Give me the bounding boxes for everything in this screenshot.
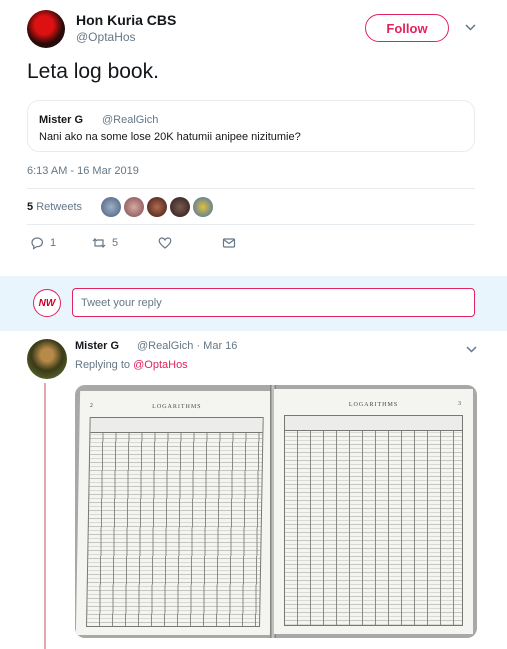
chevron-down-icon[interactable] <box>466 342 477 356</box>
author-avatar[interactable] <box>27 10 65 48</box>
quoted-author-name: Mister G <box>39 114 84 126</box>
message-icon <box>222 238 236 248</box>
tweet-actions: 1 5 <box>27 236 267 252</box>
retweeter-avatar[interactable] <box>101 197 121 217</box>
message-action[interactable] <box>222 236 236 250</box>
retweet-action-count: 5 <box>112 237 119 249</box>
retweet-stats[interactable]: 5 Retweets <box>27 201 82 213</box>
retweet-action[interactable]: 5 <box>92 236 118 250</box>
retweeter-avatars <box>101 197 213 217</box>
retweet-icon <box>92 238 106 248</box>
chevron-down-icon[interactable] <box>465 20 476 34</box>
log-table <box>284 415 463 626</box>
replying-prefix: Replying to <box>75 359 131 371</box>
retweeter-avatar[interactable] <box>193 197 213 217</box>
log-book-photo[interactable]: 2 LOGARITHMS 3 LOGARITHMS <box>75 385 477 638</box>
like-action[interactable] <box>158 236 172 250</box>
reply-author-avatar[interactable] <box>27 339 67 379</box>
reply-icon <box>31 237 44 250</box>
right-page-title: LOGARITHMS <box>348 402 399 408</box>
reply-count: 1 <box>50 237 57 249</box>
retweet-label: Retweets <box>36 201 83 213</box>
reply-author-meta[interactable]: @RealGich · Mar 16 <box>137 340 237 352</box>
log-table <box>86 417 264 627</box>
main-tweet: Hon Kuria CBS @OptaHos Follow Leta log b… <box>0 0 507 276</box>
reply-action[interactable]: 1 <box>30 236 56 250</box>
reply-input[interactable]: Tweet your reply <box>72 288 475 317</box>
retweeter-avatar[interactable] <box>124 197 144 217</box>
tweet-timestamp[interactable]: 6:13 AM - 16 Mar 2019 <box>27 165 139 177</box>
thread-line <box>44 383 46 649</box>
follow-button[interactable]: Follow <box>365 14 449 42</box>
my-avatar[interactable]: NW <box>33 289 61 317</box>
my-avatar-logo: NW <box>38 297 56 309</box>
reply-author-name[interactable]: Mister G <box>75 340 119 352</box>
retweeter-avatar[interactable] <box>170 197 190 217</box>
left-page: 2 LOGARITHMS <box>75 391 275 635</box>
like-icon <box>158 237 172 249</box>
retweeter-avatar[interactable] <box>147 197 167 217</box>
quoted-author-handle: @RealGich <box>102 114 159 126</box>
author-name[interactable]: Hon Kuria CBS <box>76 12 176 28</box>
right-page: 3 LOGARITHMS <box>274 389 473 634</box>
left-page-title: LOGARITHMS <box>152 404 202 410</box>
divider <box>27 224 475 225</box>
quoted-tweet[interactable]: Mister G @RealGich Nani ako na some lose… <box>27 100 475 152</box>
tweet-text: Leta log book. <box>27 60 159 83</box>
quoted-tweet-text: Nani ako na some lose 20K hatumii anipee… <box>39 131 301 143</box>
divider <box>27 188 475 189</box>
replying-to: Replying to @OptaHos <box>75 359 188 371</box>
author-handle[interactable]: @OptaHos <box>76 30 136 44</box>
reply-input-placeholder: Tweet your reply <box>81 296 162 309</box>
replying-to-link[interactable]: @OptaHos <box>133 359 188 371</box>
retweet-count: 5 <box>27 201 34 213</box>
